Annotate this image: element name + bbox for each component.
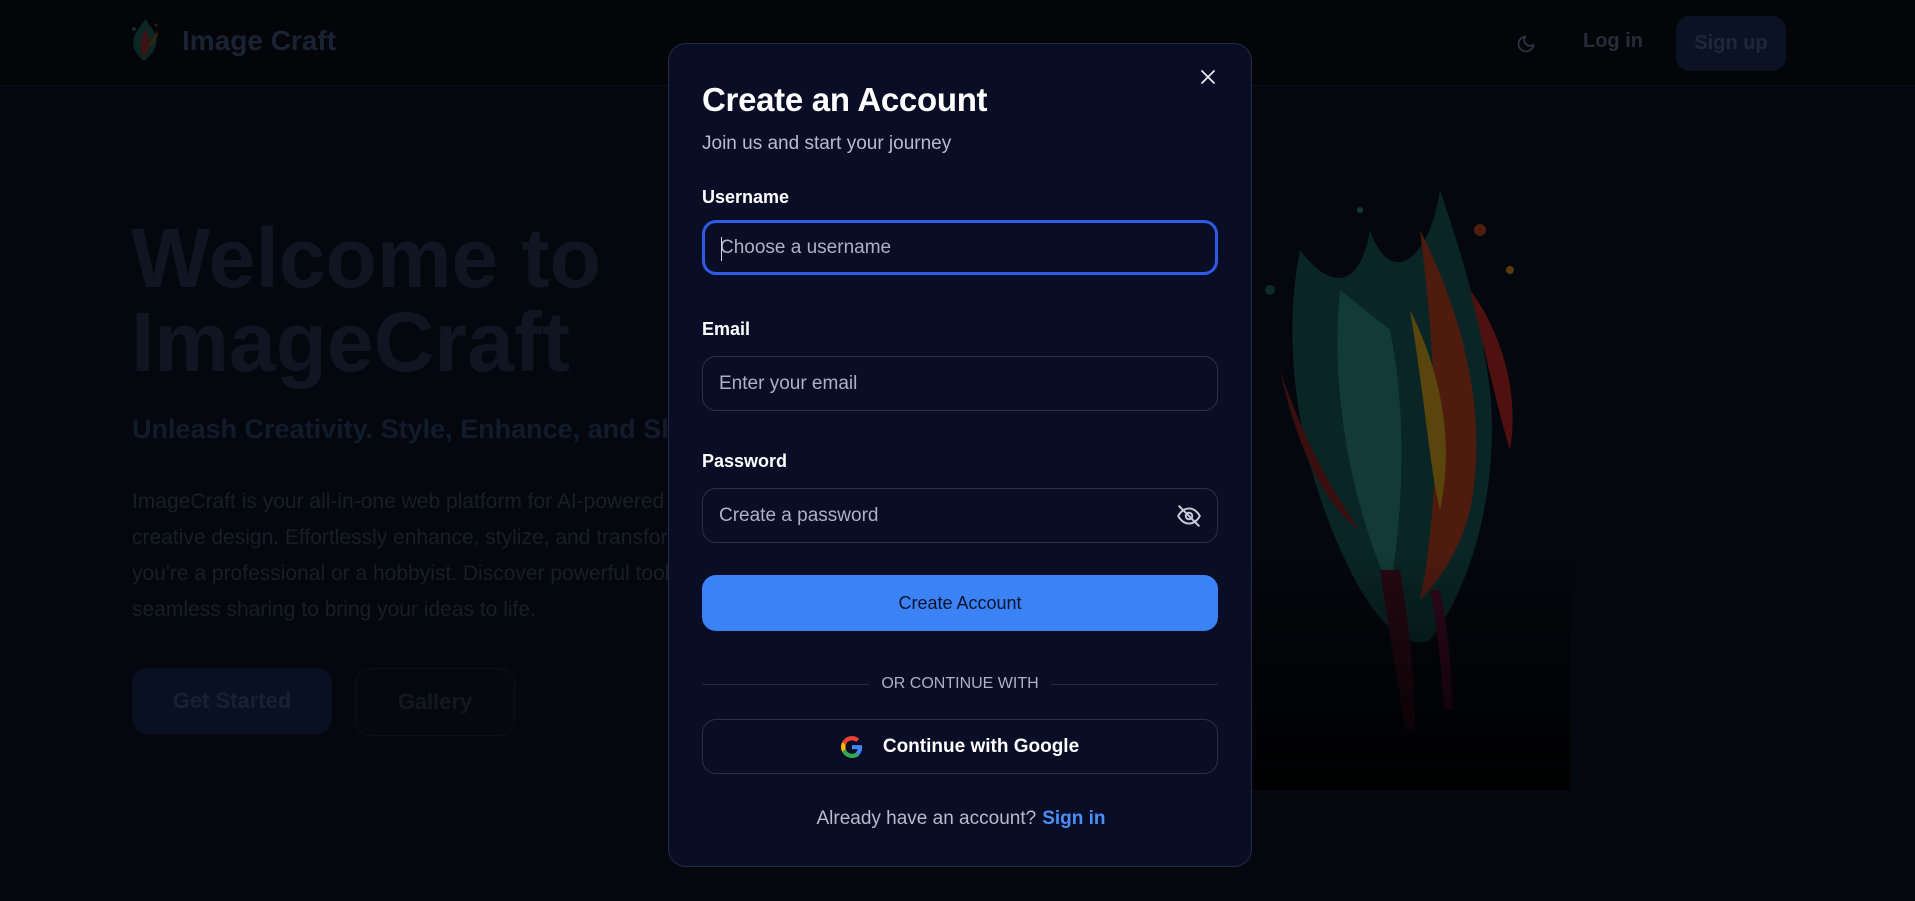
divider: OR CONTINUE WITH (702, 674, 1219, 694)
google-signin-button[interactable]: Continue with Google (702, 719, 1218, 774)
divider-line (702, 683, 870, 685)
email-label: Email (702, 319, 751, 339)
modal-subtitle: Join us and start your journey (702, 133, 952, 154)
username-field[interactable] (702, 220, 1218, 275)
close-icon (1201, 70, 1215, 84)
password-field[interactable] (702, 488, 1218, 543)
password-input[interactable] (719, 489, 1159, 542)
divider-text: OR CONTINUE WITH (881, 675, 1039, 692)
signin-link[interactable]: Sign in (1042, 808, 1105, 829)
toggle-password-visibility-button[interactable] (1175, 502, 1203, 530)
email-input[interactable] (719, 357, 1159, 410)
username-label: Username (702, 187, 790, 207)
text-caret (721, 237, 722, 261)
eye-off-icon (1177, 505, 1201, 527)
password-label: Password (702, 451, 788, 471)
google-icon (840, 735, 862, 758)
google-button-label: Continue with Google (882, 735, 1080, 757)
signin-prompt-text: Already have an account? (816, 808, 1037, 829)
create-account-button[interactable]: Create Account (702, 575, 1218, 631)
close-button[interactable] (1195, 64, 1221, 90)
modal-title: Create an Account (702, 81, 988, 118)
divider-line (1050, 683, 1219, 685)
signin-prompt: Already have an account? Sign in (669, 808, 1253, 830)
email-field[interactable] (702, 356, 1218, 411)
username-input[interactable] (720, 223, 1160, 272)
signup-modal: Create an Account Join us and start your… (668, 43, 1252, 867)
